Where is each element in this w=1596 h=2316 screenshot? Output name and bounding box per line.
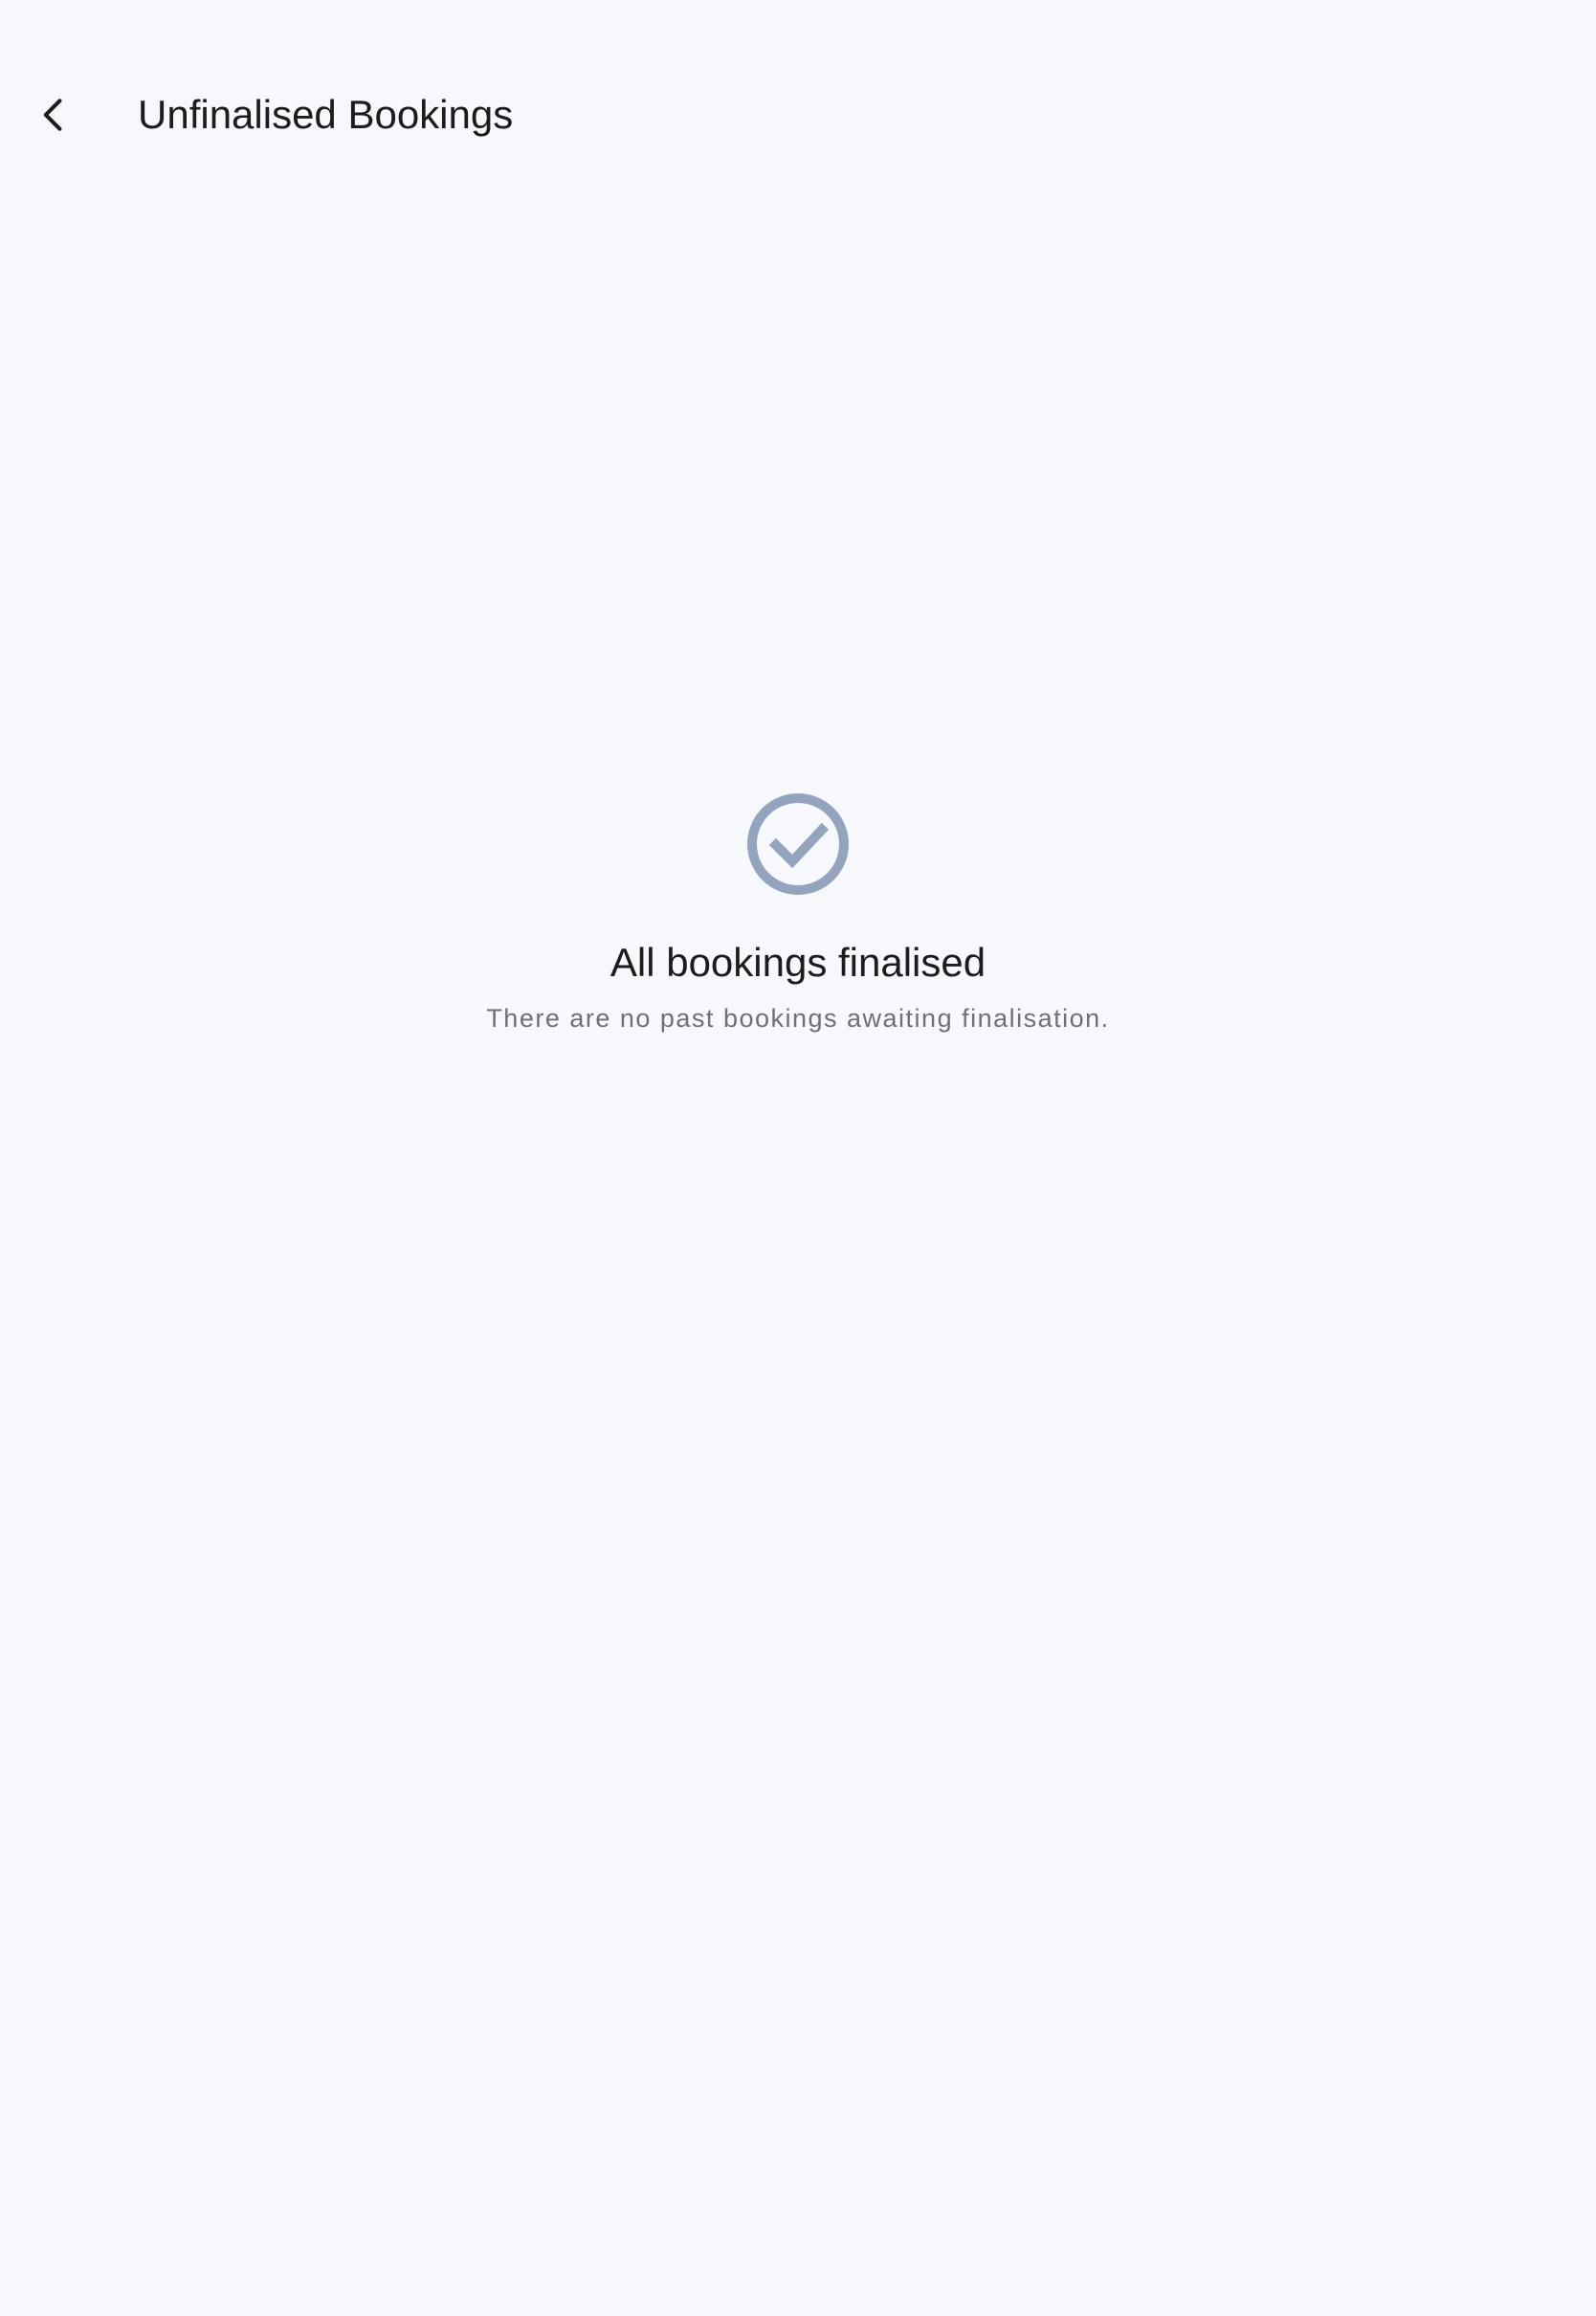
back-button[interactable] <box>19 77 88 153</box>
check-circle-icon <box>744 791 852 898</box>
chevron-left-icon <box>43 99 62 131</box>
empty-state-message: There are no past bookings awaiting fina… <box>486 1004 1110 1033</box>
empty-state: All bookings finalised There are no past… <box>0 791 1596 1036</box>
empty-state-title: All bookings finalised <box>610 940 986 985</box>
top-app-bar: Unfinalised Bookings <box>0 0 1596 230</box>
page-title: Unfinalised Bookings <box>138 92 514 137</box>
